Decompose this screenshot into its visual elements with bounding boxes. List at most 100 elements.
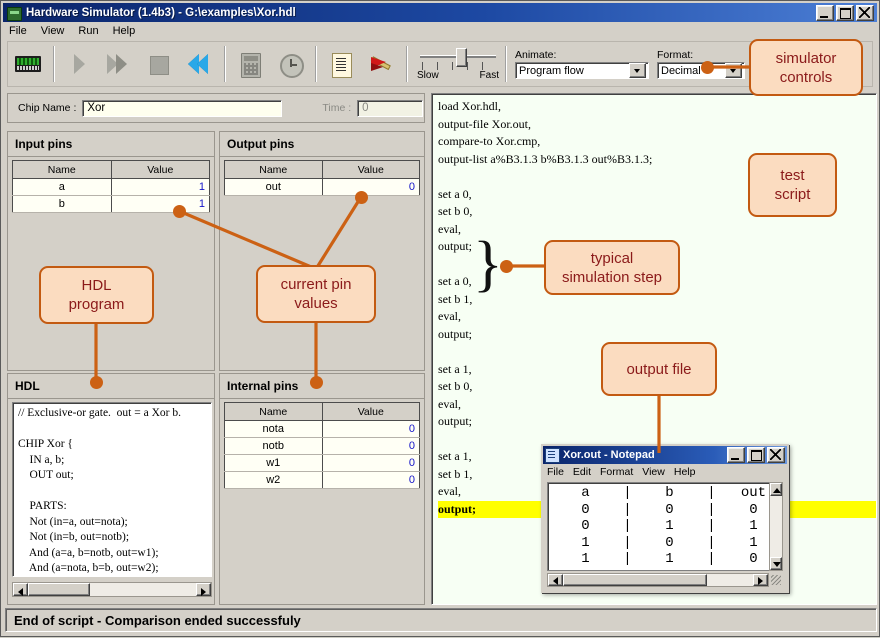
hdl-panel: HDL // Exclusive-or gate. out = a Xor b.…: [7, 373, 215, 605]
scroll-down-button[interactable]: [770, 557, 782, 570]
status-text: End of script - Comparison ended success…: [14, 613, 301, 628]
notepad-menu-file[interactable]: File: [547, 466, 564, 478]
internal-pins-table: Name Value nota 0 notb 0 w1 0 w2 0: [224, 402, 420, 489]
notepad-title: Xor.out - Notepad: [563, 449, 727, 461]
scroll-track[interactable]: [770, 496, 782, 557]
animate-value: Program flow: [519, 65, 627, 77]
scroll-thumb[interactable]: [563, 574, 707, 586]
notepad-menu-bar: File Edit Format View Help: [543, 464, 787, 479]
hdl-code-view[interactable]: // Exclusive-or gate. out = a Xor b. CHI…: [12, 402, 212, 577]
clock-icon[interactable]: [273, 47, 307, 81]
table-row[interactable]: w2 0: [225, 472, 420, 489]
toolbar: Slow Fast Animate: Program flow Format: …: [7, 41, 873, 87]
pin-value: 0: [322, 472, 420, 489]
chip-name-input[interactable]: Xor: [82, 100, 282, 117]
scroll-track[interactable]: [707, 574, 753, 586]
callout-typical-step-label: typical simulation step: [562, 249, 662, 287]
leader-dot-hdl: [90, 376, 103, 389]
pin-name: a: [13, 179, 112, 196]
menu-item-view[interactable]: View: [41, 25, 65, 37]
column-value: Value: [322, 161, 420, 179]
table-header-row: Name Value: [13, 161, 210, 179]
scroll-right-button[interactable]: [196, 583, 211, 596]
pin-value: 0: [322, 455, 420, 472]
scroll-up-button[interactable]: [770, 483, 782, 496]
table-row[interactable]: a 1: [13, 179, 210, 196]
format-label: Format:: [657, 49, 745, 61]
callout-output-file: output file: [601, 342, 717, 396]
animate-select[interactable]: Program flow: [515, 62, 649, 79]
chevron-down-icon[interactable]: [629, 63, 646, 78]
callout-typical-simulation-step: typical simulation step: [544, 240, 680, 295]
pin-value[interactable]: 1: [111, 179, 210, 196]
slider-thumb[interactable]: [456, 48, 467, 67]
output-pins-title: Output pins: [220, 132, 424, 157]
column-name: Name: [225, 161, 323, 179]
notepad-resize-grip[interactable]: [769, 573, 783, 587]
scroll-track[interactable]: [90, 583, 196, 596]
hdl-horizontal-scrollbar[interactable]: [12, 582, 212, 597]
scroll-left-button[interactable]: [13, 583, 28, 596]
notepad-menu-format[interactable]: Format: [600, 466, 633, 478]
notepad-horizontal-scrollbar[interactable]: [547, 573, 769, 587]
callout-hdl-program-label: HDL program: [69, 276, 125, 314]
stop-icon[interactable]: [142, 47, 176, 81]
callout-current-pin-values-label: current pin values: [281, 275, 352, 313]
hdl-title: HDL: [8, 374, 214, 399]
table-row[interactable]: w1 0: [225, 455, 420, 472]
pin-name: w2: [225, 472, 323, 489]
load-chip-icon[interactable]: [11, 47, 45, 81]
pin-value: 0: [322, 421, 420, 438]
table-row[interactable]: out 0: [225, 179, 420, 196]
calculator-icon[interactable]: [233, 47, 267, 81]
notepad-menu-view[interactable]: View: [642, 466, 665, 478]
table-row[interactable]: notb 0: [225, 438, 420, 455]
minimize-button[interactable]: [816, 5, 834, 21]
pin-value[interactable]: 1: [111, 196, 210, 213]
app-window: Hardware Simulator (1.4b3) - G:\examples…: [0, 0, 880, 637]
column-value: Value: [111, 161, 210, 179]
menu-item-run[interactable]: Run: [78, 25, 98, 37]
toolbar-separator: [315, 46, 316, 82]
status-bar: End of script - Comparison ended success…: [5, 608, 877, 632]
toolbar-separator: [406, 46, 407, 82]
chevron-down-icon[interactable]: [725, 63, 742, 78]
notepad-window[interactable]: Xor.out - Notepad File Edit Format View …: [541, 444, 789, 593]
callout-hdl-program: HDL program: [39, 266, 154, 324]
time-input[interactable]: 0: [357, 100, 423, 117]
pin-name: out: [225, 179, 323, 196]
notepad-text-area[interactable]: a | b | out 0 | 0 | 0 0 | 1 | 1 1 | 0 | …: [547, 482, 783, 571]
scroll-right-button[interactable]: [753, 574, 768, 586]
table-row[interactable]: nota 0: [225, 421, 420, 438]
leader-dot-simulator-controls: [701, 61, 714, 74]
notepad-maximize-button[interactable]: [747, 447, 765, 463]
speed-slider[interactable]: Slow Fast: [416, 44, 500, 84]
callout-output-file-label: output file: [626, 360, 691, 379]
rewind-icon[interactable]: [182, 47, 216, 81]
output-pins-panel: Output pins Name Value out 0: [219, 131, 425, 371]
notepad-vertical-scrollbar[interactable]: [769, 482, 783, 571]
chip-icon: [6, 5, 22, 21]
notepad-menu-help[interactable]: Help: [674, 466, 696, 478]
maximize-button[interactable]: [836, 5, 854, 21]
input-pins-title: Input pins: [8, 132, 214, 157]
scroll-left-button[interactable]: [548, 574, 563, 586]
callout-simulator-controls-label: simulator controls: [776, 49, 837, 87]
fast-forward-icon[interactable]: [102, 47, 136, 81]
input-pins-panel: Input pins Name Value a 1 b 1: [7, 131, 215, 371]
menu-item-help[interactable]: Help: [113, 25, 136, 37]
internal-pins-panel: Internal pins Name Value nota 0 notb 0 w…: [219, 373, 425, 605]
single-step-icon[interactable]: [62, 47, 96, 81]
scroll-thumb[interactable]: [28, 583, 90, 596]
flag-icon[interactable]: [364, 47, 398, 81]
notepad-close-button[interactable]: [767, 447, 785, 463]
notepad-menu-edit[interactable]: Edit: [573, 466, 591, 478]
close-button[interactable]: [856, 5, 874, 21]
leader-dot-output-pins: [355, 191, 368, 204]
notepad-minimize-button[interactable]: [727, 447, 745, 463]
menu-item-file[interactable]: File: [9, 25, 27, 37]
simulation-step-brace: }: [473, 233, 503, 295]
script-icon[interactable]: [324, 47, 358, 81]
chip-name-bar: Chip Name : Xor Time : 0: [7, 93, 425, 123]
toolbar-separator: [505, 46, 506, 82]
